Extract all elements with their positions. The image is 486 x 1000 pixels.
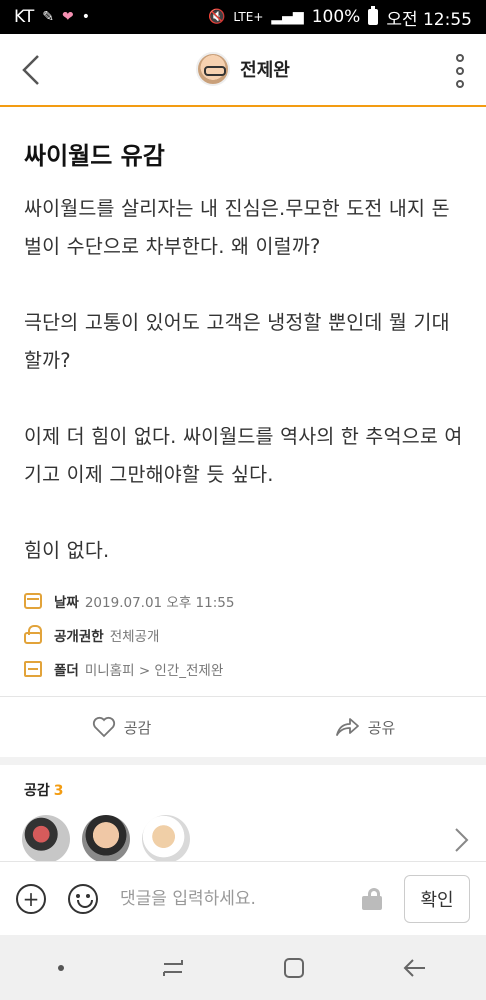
post-body: 싸이월드를 살리자는 내 진심은.무모한 도전 내지 돈벌이 수단으로 차부한다… [24, 190, 464, 608]
meta-folder[interactable]: 폴더 미니홈피 > 인간_전제완 [24, 652, 464, 686]
more-options-icon[interactable] [454, 54, 466, 88]
meta-folder-label: 폴더 [54, 663, 79, 679]
lock-icon [24, 625, 42, 644]
post-paragraph: 싸이월드를 살리자는 내 진심은.무모한 도전 내지 돈벌이 수단으로 차부한다… [24, 197, 450, 258]
meta-visibility-label: 공개권한 [54, 629, 104, 645]
profile-avatar[interactable] [196, 52, 231, 86]
mute-icon: 🔇 [207, 9, 226, 25]
comment-bar: + 확인 [0, 861, 486, 935]
post-title: 싸이월드 유감 [24, 142, 165, 170]
post-paragraph: 극단의 고통이 있어도 고객은 냉정할 뿐인데 뭘 기대할까? [24, 311, 450, 372]
like-label: 공감 [123, 718, 152, 737]
notification-dot-icon: • [81, 9, 90, 25]
folder-icon [24, 661, 42, 677]
liker-avatar[interactable] [142, 815, 190, 861]
share-label: 공유 [367, 718, 396, 737]
post-meta: 날짜 2019.07.01 오후 11:55 공개권한 전체공개 폴더 미니홈피… [24, 584, 464, 686]
profile-name[interactable]: 전제완 [240, 56, 290, 82]
post-paragraph: 힘이 없다. [24, 539, 110, 562]
meta-visibility-value: 전체공개 [109, 629, 160, 645]
heart-icon: ❤ [61, 9, 74, 25]
share-button[interactable]: 공유 [243, 697, 486, 757]
meta-date-label: 날짜 [54, 595, 79, 611]
status-bar: KT ✎ ❤ • 🔇 LTE+ ▂▄▆ 100% 오전 12:55 [0, 0, 486, 34]
nav-dot-icon[interactable] [58, 964, 64, 971]
likes-label: 공감 [24, 783, 50, 799]
pill-icon: ✎ [42, 9, 54, 25]
liker-list [22, 815, 472, 861]
network-label: LTE+ [233, 10, 264, 24]
back-icon[interactable] [402, 957, 428, 979]
emoji-button[interactable] [68, 883, 98, 914]
likes-count: 3 [53, 783, 64, 799]
plus-icon: + [22, 886, 40, 911]
comment-input[interactable] [120, 888, 362, 909]
app-header: 전제완 [0, 34, 486, 107]
section-separator [0, 757, 486, 765]
likes-header: 공감 3 [24, 780, 64, 800]
clock: 오전 12:55 [386, 9, 472, 30]
calendar-icon [24, 593, 42, 609]
meta-date-value: 2019.07.01 오후 11:55 [84, 595, 235, 611]
secret-comment-lock-icon[interactable] [362, 887, 382, 910]
battery-icon [368, 6, 379, 25]
post-paragraph: 이제 더 힘이 없다. 싸이월드를 역사의 한 추억으로 여기고 이제 그만해야… [24, 425, 463, 486]
home-icon[interactable] [282, 956, 306, 980]
liker-avatar[interactable] [22, 815, 70, 861]
battery-percent: 100% [311, 7, 361, 27]
system-nav-bar [0, 935, 486, 1000]
post-actions: 공감 공유 [0, 697, 486, 757]
heart-outline-icon [92, 716, 115, 738]
meta-folder-value[interactable]: 미니홈피 > 인간_전제완 [85, 659, 223, 679]
chevron-right-icon[interactable] [452, 826, 470, 854]
meta-date: 날짜 2019.07.01 오후 11:55 [24, 584, 464, 618]
recent-apps-icon[interactable] [160, 957, 186, 979]
share-icon [335, 718, 359, 736]
liker-avatar[interactable] [82, 815, 130, 861]
carrier-label: KT [14, 7, 35, 27]
signal-icon: ▂▄▆ [271, 9, 304, 25]
header-title-group[interactable]: 전제완 [0, 52, 486, 86]
like-button[interactable]: 공감 [0, 697, 243, 757]
meta-visibility: 공개권한 전체공개 [24, 618, 464, 652]
confirm-button[interactable]: 확인 [404, 874, 470, 923]
add-attachment-button[interactable]: + [16, 883, 46, 914]
